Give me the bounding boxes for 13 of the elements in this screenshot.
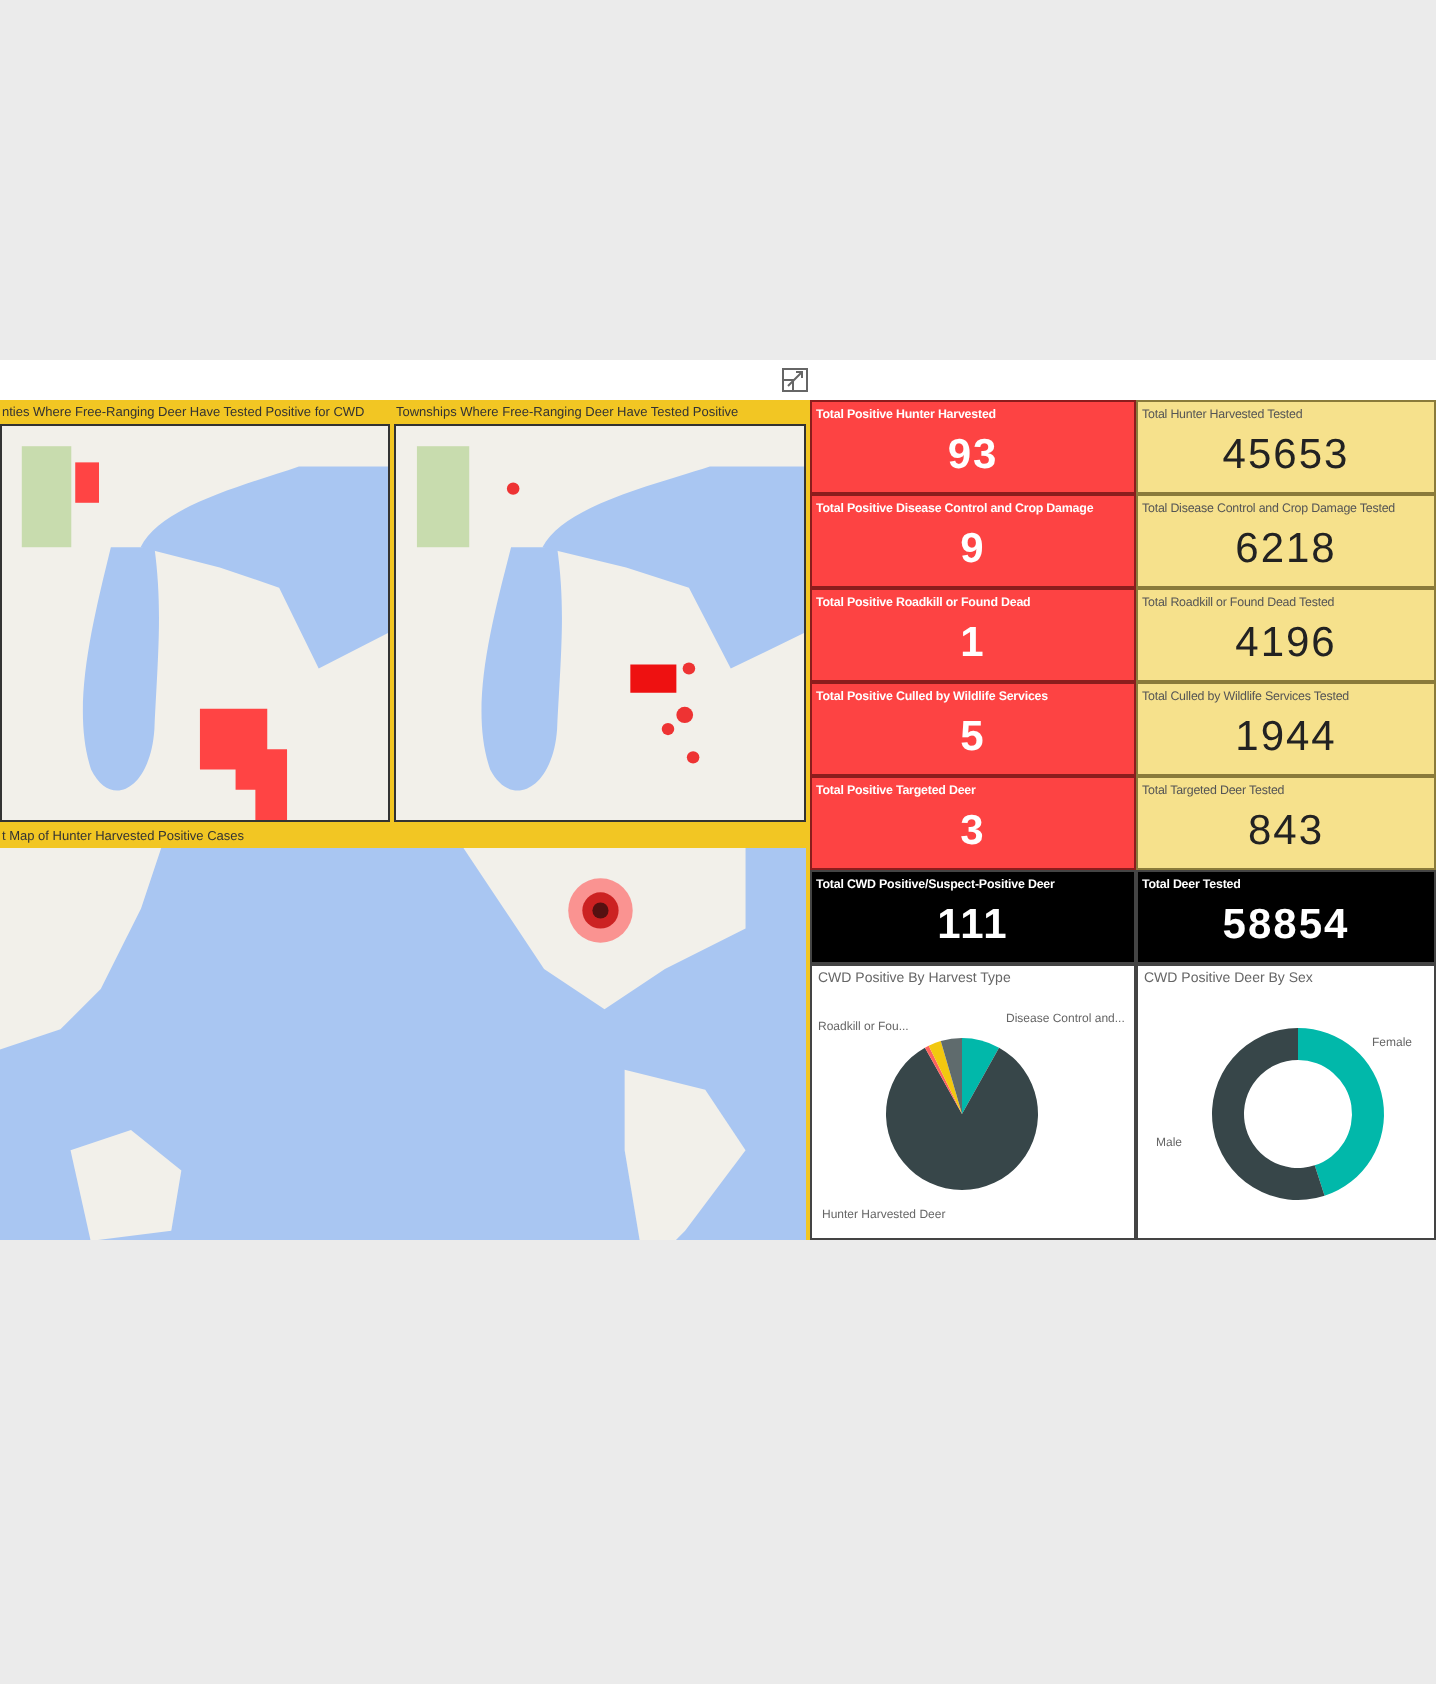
focus-mode-icon[interactable] (782, 368, 808, 392)
kpi-value: 5 (958, 714, 988, 762)
kpi-value: 9 (958, 526, 988, 574)
kpi-value: 58854 (1220, 902, 1352, 950)
kpi-value: 1 (958, 620, 988, 668)
kpi-value: 93 (945, 432, 1001, 480)
kpi-value: 4196 (1233, 620, 1339, 668)
kpi-value: 111 (935, 902, 1011, 950)
kpi-value: 6218 (1233, 526, 1339, 574)
kpi-value: 1944 (1233, 714, 1339, 762)
kpi-value: 843 (1245, 808, 1327, 856)
kpi-value: 3 (958, 808, 988, 856)
kpi-value: 45653 (1220, 432, 1352, 480)
